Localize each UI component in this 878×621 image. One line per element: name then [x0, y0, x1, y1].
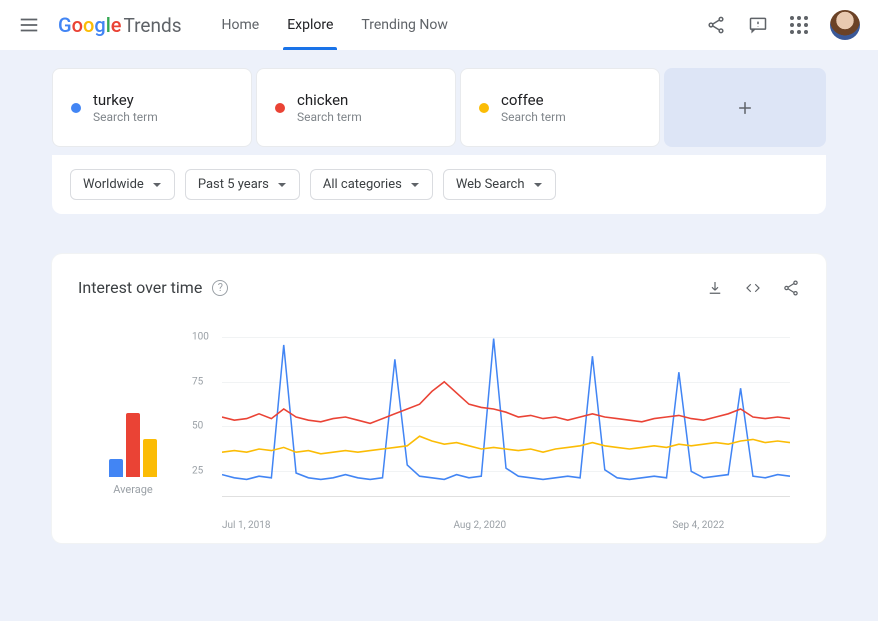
x-tick: Sep 4, 2022: [672, 520, 724, 531]
term-dot: [71, 103, 81, 113]
nav-home[interactable]: Home: [222, 0, 260, 50]
avg-bar-coffee: [143, 439, 157, 477]
term-label: turkey: [93, 91, 158, 109]
caret-down-icon: [533, 180, 543, 190]
share-icon[interactable]: [782, 279, 800, 297]
term-card-chicken[interactable]: chickenSearch term: [256, 68, 456, 147]
help-icon[interactable]: ?: [212, 280, 228, 296]
nav-explore[interactable]: Explore: [287, 0, 333, 50]
filter-time[interactable]: Past 5 years: [185, 169, 300, 200]
term-dot: [479, 103, 489, 113]
avg-bar-chicken: [126, 413, 140, 477]
line-chart[interactable]: 100 75 50 25 Jul 1, 2018 Aug 2, 2020 Sep…: [192, 337, 800, 515]
caret-down-icon: [410, 180, 420, 190]
caret-down-icon: [152, 180, 162, 190]
x-tick: Jul 1, 2018: [222, 520, 271, 531]
term-card-turkey[interactable]: turkeySearch term: [52, 68, 252, 147]
panel-title: Interest over time: [78, 278, 202, 297]
y-tick: 100: [192, 332, 209, 343]
term-subtitle: Search term: [501, 110, 566, 124]
main-nav: Home Explore Trending Now: [222, 0, 448, 50]
average-bars: [109, 397, 157, 477]
share-icon[interactable]: [706, 15, 726, 35]
term-subtitle: Search term: [93, 110, 158, 124]
average-label: Average: [113, 483, 153, 496]
interest-over-time-panel: Interest over time ? Average 100 75: [52, 254, 826, 543]
term-subtitle: Search term: [297, 110, 362, 124]
embed-icon[interactable]: [744, 279, 762, 297]
logo[interactable]: Google Trends: [58, 13, 182, 37]
app-header: Google Trends Home Explore Trending Now: [0, 0, 878, 50]
apps-icon[interactable]: [790, 16, 808, 34]
menu-icon[interactable]: [18, 14, 40, 36]
term-dot: [275, 103, 285, 113]
chart-area: Average 100 75 50 25 Jul 1, 2018 Aug 2, …: [78, 337, 800, 515]
y-tick: 75: [192, 376, 203, 387]
feedback-icon[interactable]: [748, 15, 768, 35]
add-comparison-button[interactable]: [664, 68, 826, 147]
y-tick: 50: [192, 421, 203, 432]
compare-row: turkeySearch term chickenSearch term cof…: [0, 50, 878, 155]
plus-icon: [735, 98, 755, 118]
x-tick: Aug 2, 2020: [453, 520, 506, 531]
term-card-coffee[interactable]: coffeeSearch term: [460, 68, 660, 147]
avg-bar-turkey: [109, 459, 123, 477]
chart-svg: [222, 337, 790, 497]
term-label: chicken: [297, 91, 362, 109]
filter-search-type[interactable]: Web Search: [443, 169, 556, 200]
caret-down-icon: [277, 180, 287, 190]
avatar[interactable]: [830, 10, 860, 40]
download-icon[interactable]: [706, 279, 724, 297]
filter-geo[interactable]: Worldwide: [70, 169, 175, 200]
filters-row: Worldwide Past 5 years All categories We…: [52, 155, 826, 214]
y-tick: 25: [192, 465, 203, 476]
term-label: coffee: [501, 91, 566, 109]
filter-category[interactable]: All categories: [310, 169, 433, 200]
nav-trending[interactable]: Trending Now: [361, 0, 447, 50]
